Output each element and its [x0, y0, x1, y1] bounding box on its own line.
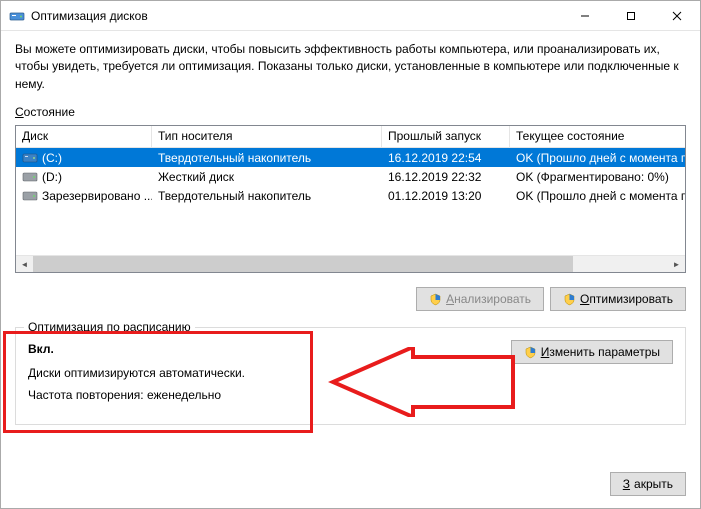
table-header: Диск Тип носителя Прошлый запуск Текущее…	[16, 126, 685, 148]
optimize-label: Оптимизировать	[580, 292, 673, 306]
change-label: Изменить параметры	[541, 345, 660, 359]
schedule-line2: Частота повторения: еженедельно	[28, 388, 511, 402]
cell-last-run: 16.12.2019 22:54	[382, 151, 510, 165]
maximize-button[interactable]	[608, 1, 654, 31]
col-last-run[interactable]: Прошлый запуск	[382, 126, 510, 147]
drive-icon	[22, 190, 38, 202]
cell-status: OK (Прошло дней с момента по	[510, 189, 685, 203]
shield-icon	[524, 346, 537, 359]
action-buttons: Анализировать Оптимизировать	[15, 273, 686, 315]
close-window-button[interactable]: Закрыть	[610, 472, 686, 496]
shield-icon	[429, 293, 442, 306]
cell-last-run: 01.12.2019 13:20	[382, 189, 510, 203]
cell-media-type: Твердотельный накопитель	[152, 189, 382, 203]
cell-disk: (D:)	[16, 170, 152, 184]
schedule-title: Оптимизация по расписанию	[24, 320, 195, 334]
analyze-button[interactable]: Анализировать	[416, 287, 544, 311]
scroll-right-button[interactable]: ►	[668, 256, 685, 273]
scroll-track[interactable]	[33, 256, 668, 272]
analyze-label: Анализировать	[446, 292, 531, 306]
drive-icon	[22, 171, 38, 183]
table-row[interactable]: (C:)Твердотельный накопитель16.12.2019 2…	[16, 148, 685, 167]
table-row[interactable]: (D:)Жесткий диск16.12.2019 22:32OK (Фраг…	[16, 167, 685, 186]
close-button[interactable]	[654, 1, 700, 31]
change-settings-button[interactable]: Изменить параметры	[511, 340, 673, 364]
schedule-line1: Диски оптимизируются автоматически.	[28, 366, 511, 380]
col-disk[interactable]: Диск	[16, 126, 152, 147]
state-label: Состояние	[15, 105, 686, 119]
cell-status: OK (Прошло дней с момента по	[510, 151, 685, 165]
col-current-status[interactable]: Текущее состояние	[510, 126, 685, 147]
col-media-type[interactable]: Тип носителя	[152, 126, 382, 147]
cell-last-run: 16.12.2019 22:32	[382, 170, 510, 184]
scroll-thumb[interactable]	[33, 256, 573, 273]
cell-media-type: Жесткий диск	[152, 170, 382, 184]
drive-icon	[22, 152, 38, 164]
horizontal-scrollbar[interactable]: ◄ ►	[16, 255, 685, 272]
schedule-text: Вкл. Диски оптимизируются автоматически.…	[28, 342, 511, 410]
titlebar: Оптимизация дисков	[1, 1, 700, 31]
shield-icon	[563, 293, 576, 306]
schedule-groupbox: Оптимизация по расписанию Вкл. Диски опт…	[15, 327, 686, 425]
content-area: Вы можете оптимизировать диски, чтобы по…	[1, 31, 700, 460]
cell-disk: (C:)	[16, 151, 152, 165]
app-icon	[9, 8, 25, 24]
footer: Закрыть	[1, 460, 700, 508]
cell-disk: Зарезервировано ...	[16, 189, 152, 203]
cell-media-type: Твердотельный накопитель	[152, 151, 382, 165]
minimize-button[interactable]	[562, 1, 608, 31]
window-title: Оптимизация дисков	[31, 9, 562, 23]
drives-table: Диск Тип носителя Прошлый запуск Текущее…	[15, 125, 686, 273]
table-row[interactable]: Зарезервировано ...Твердотельный накопит…	[16, 186, 685, 205]
optimize-drives-window: Оптимизация дисков Вы можете оптимизиров…	[0, 0, 701, 509]
schedule-state: Вкл.	[28, 342, 511, 356]
table-body: (C:)Твердотельный накопитель16.12.2019 2…	[16, 148, 685, 255]
scroll-left-button[interactable]: ◄	[16, 256, 33, 273]
description-text: Вы можете оптимизировать диски, чтобы по…	[15, 41, 686, 93]
cell-status: OK (Фрагментировано: 0%)	[510, 170, 685, 184]
window-controls	[562, 1, 700, 31]
optimize-button[interactable]: Оптимизировать	[550, 287, 686, 311]
